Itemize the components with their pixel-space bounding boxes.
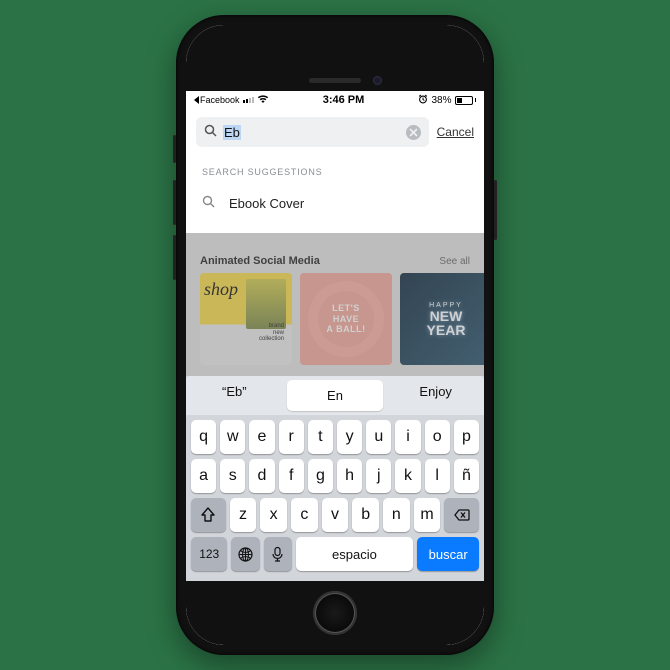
key-numbers[interactable]: 123 — [191, 537, 227, 571]
key-shift[interactable] — [191, 498, 226, 532]
key-row: z x c v b n m — [191, 498, 479, 532]
key-l[interactable]: l — [425, 459, 450, 493]
key-x[interactable]: x — [260, 498, 287, 532]
clear-icon[interactable] — [406, 125, 421, 140]
search-icon — [202, 195, 215, 211]
key-r[interactable]: r — [279, 420, 304, 454]
card-caption: brand new collection — [259, 323, 284, 343]
key-h[interactable]: h — [337, 459, 362, 493]
volume-up — [173, 180, 176, 225]
prediction[interactable]: En — [287, 380, 384, 411]
cell-signal-icon — [243, 97, 254, 103]
key-e[interactable]: e — [249, 420, 274, 454]
key-v[interactable]: v — [322, 498, 349, 532]
speaker — [309, 78, 361, 83]
template-card[interactable]: shop brand new collection — [200, 273, 292, 365]
suggestions-heading: SEARCH SUGGESTIONS — [202, 167, 468, 177]
power-button — [494, 180, 497, 240]
back-triangle-icon — [194, 96, 199, 104]
suggestion-label: Ebook Cover — [229, 196, 304, 211]
key-n[interactable]: n — [383, 498, 410, 532]
cancel-button[interactable]: Cancel — [437, 125, 474, 139]
key-f[interactable]: f — [279, 459, 304, 493]
battery-pct: 38% — [431, 95, 451, 106]
key-row: q w e r t y u i o p — [191, 420, 479, 454]
see-all-link[interactable]: See all — [439, 256, 470, 267]
key-b[interactable]: b — [352, 498, 379, 532]
key-space[interactable]: espacio — [296, 537, 414, 571]
app-content: Facebook 3:46 PM 38% — [186, 91, 484, 581]
search-row: Eb Cancel — [186, 109, 484, 153]
key-g[interactable]: g — [308, 459, 333, 493]
key-i[interactable]: i — [395, 420, 420, 454]
key-o[interactable]: o — [425, 420, 450, 454]
key-enye[interactable]: ñ — [454, 459, 479, 493]
key-j[interactable]: j — [366, 459, 391, 493]
mute-switch — [173, 135, 176, 163]
status-bar: Facebook 3:46 PM 38% — [186, 91, 484, 109]
device-bezel-bottom — [186, 581, 484, 645]
front-camera — [373, 76, 382, 85]
card-line: NEW — [430, 308, 463, 324]
wifi-icon — [257, 94, 269, 107]
key-mic[interactable] — [264, 537, 292, 571]
card-image — [246, 279, 286, 329]
search-icon — [204, 124, 217, 140]
key-m[interactable]: m — [414, 498, 441, 532]
suggestion-item[interactable]: Ebook Cover — [202, 191, 468, 223]
category-title: Animated Social Media — [200, 255, 320, 267]
status-time: 3:46 PM — [323, 94, 365, 106]
key-u[interactable]: u — [366, 420, 391, 454]
prediction[interactable]: “Eb” — [186, 376, 283, 415]
key-d[interactable]: d — [249, 459, 274, 493]
back-app-label: Facebook — [200, 95, 240, 105]
prediction-bar: “Eb” En Enjoy — [186, 376, 484, 415]
screen: Facebook 3:46 PM 38% — [186, 25, 484, 645]
card-ring — [308, 281, 384, 357]
key-p[interactable]: p — [454, 420, 479, 454]
prediction[interactable]: Enjoy — [387, 376, 484, 415]
key-w[interactable]: w — [220, 420, 245, 454]
key-search[interactable]: buscar — [417, 537, 479, 571]
battery-icon — [455, 96, 477, 105]
card-text: HAPPY NEW YEAR — [427, 302, 466, 337]
template-cards: shop brand new collection LET'S HAVE A B… — [186, 273, 484, 365]
card-small: HAPPY — [427, 302, 466, 309]
key-row: a s d f g h j k l ñ — [191, 459, 479, 493]
key-c[interactable]: c — [291, 498, 318, 532]
search-input[interactable]: Eb — [196, 117, 429, 147]
card-text: LET'S HAVE A BALL! — [326, 303, 365, 335]
search-suggestions: SEARCH SUGGESTIONS Ebook Cover — [186, 153, 484, 233]
key-globe[interactable] — [231, 537, 259, 571]
key-a[interactable]: a — [191, 459, 216, 493]
ios-keyboard: “Eb” En Enjoy q w e r t y u i o p — [186, 376, 484, 581]
key-backspace[interactable] — [444, 498, 479, 532]
volume-down — [173, 235, 176, 280]
key-k[interactable]: k — [395, 459, 420, 493]
key-q[interactable]: q — [191, 420, 216, 454]
key-s[interactable]: s — [220, 459, 245, 493]
back-to-app[interactable]: Facebook — [194, 95, 240, 105]
key-t[interactable]: t — [308, 420, 333, 454]
key-row: 123 espacio buscar — [191, 537, 479, 571]
main-stack: Animated Social Media See all shop brand… — [186, 153, 484, 581]
alarm-icon — [418, 94, 428, 107]
card-text: shop — [204, 279, 238, 300]
template-card[interactable]: LET'S HAVE A BALL! — [300, 273, 392, 365]
key-y[interactable]: y — [337, 420, 362, 454]
search-value: Eb — [223, 125, 241, 140]
home-button[interactable] — [313, 591, 357, 635]
template-card[interactable]: HAPPY NEW YEAR — [400, 273, 484, 365]
device-bezel-top — [186, 25, 484, 91]
card-line: YEAR — [427, 322, 466, 338]
phone-frame: Facebook 3:46 PM 38% — [176, 15, 494, 655]
key-z[interactable]: z — [230, 498, 257, 532]
